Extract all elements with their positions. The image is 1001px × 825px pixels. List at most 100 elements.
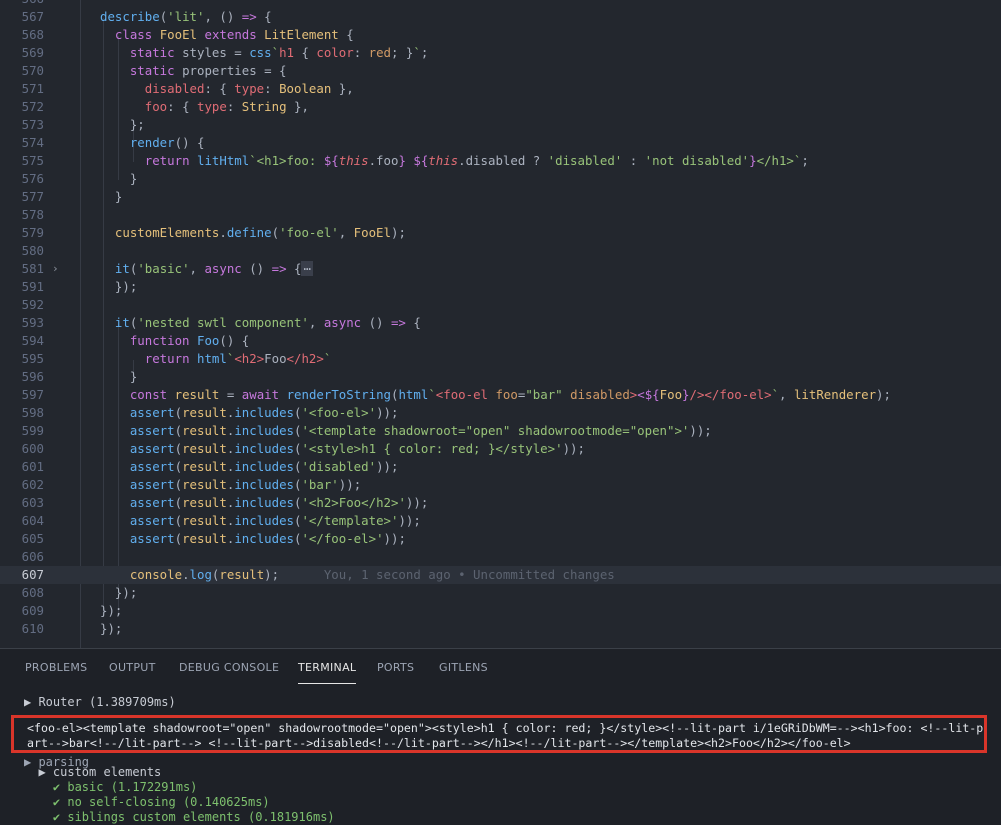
- code-token: .foo: [368, 153, 399, 168]
- code-line[interactable]: 608 });: [0, 584, 1001, 602]
- code-line[interactable]: 577 }: [0, 188, 1001, 206]
- code-token: function: [129, 333, 190, 348]
- code-line[interactable]: 579 customElements.define('foo-el', FooE…: [0, 224, 1001, 242]
- code-token: result: [182, 531, 227, 546]
- code-token: }: [398, 153, 406, 168]
- code-token: }: [100, 369, 138, 384]
- terminal-output[interactable]: ▶ Router (1.389709ms) ▶ parsing ▶ custom…: [0, 689, 1001, 824]
- line-number: 566: [0, 0, 44, 8]
- code-token: html: [197, 351, 227, 366]
- code-token: type: [197, 99, 227, 114]
- custom-elements-line: ▶ custom elements: [24, 765, 162, 779]
- tab-output[interactable]: OUTPUT: [109, 661, 156, 674]
- line-number: 592: [21, 297, 44, 312]
- code-token: includes: [234, 477, 294, 492]
- code-text: static properties = {: [100, 62, 287, 80]
- code-token: ));: [383, 531, 406, 546]
- code-line[interactable]: 592: [0, 296, 1001, 314]
- line-number: 600: [21, 441, 44, 456]
- console-log-output: <foo-el><template shadowroot="open" shad…: [27, 721, 984, 750]
- tab-debug-console[interactable]: DEBUG CONSOLE: [179, 661, 279, 674]
- code-line[interactable]: 595 return html`<h2>Foo</h2>`: [0, 350, 1001, 368]
- code-line[interactable]: 569 static styles = css`h1 { color: red;…: [0, 44, 1001, 62]
- code-token: ;: [420, 45, 429, 60]
- code-token: "bar": [525, 387, 563, 402]
- code-text: });: [100, 602, 122, 620]
- code-text: render() {: [100, 134, 205, 152]
- code-line[interactable]: 571 disabled: { type: Boolean },: [0, 80, 1001, 98]
- code-token: ));: [405, 495, 429, 510]
- code-line[interactable]: 596 }: [0, 368, 1001, 386]
- code-line[interactable]: 581 › it('basic', async () => {⋯: [0, 260, 1001, 278]
- code-line[interactable]: 572 foo: { type: String },: [0, 98, 1001, 116]
- tab-gitlens[interactable]: GITLENS: [439, 661, 488, 674]
- code-token: =: [219, 387, 242, 402]
- code-token: render: [129, 135, 175, 150]
- code-token: result: [182, 459, 227, 474]
- code-line[interactable]: 599 assert(result.includes('<template sh…: [0, 422, 1001, 440]
- line-number: 577: [21, 189, 44, 204]
- code-editor[interactable]: 566567describe('lit', () => {568 class F…: [0, 0, 1001, 648]
- code-line[interactable]: 607 console.log(result); You, 1 second a…: [0, 566, 1001, 584]
- line-number: 598: [21, 405, 44, 420]
- code-token: `: [428, 387, 436, 402]
- code-token: ; }: [391, 45, 414, 60]
- code-line[interactable]: 610});: [0, 620, 1001, 638]
- line-number: 579: [21, 225, 44, 240]
- code-line[interactable]: 594 function Foo() {: [0, 332, 1001, 350]
- code-token: <h2>: [234, 351, 265, 366]
- code-line[interactable]: 603 assert(result.includes('<h2>Foo</h2>…: [0, 494, 1001, 512]
- code-token: () {: [174, 135, 205, 150]
- code-token: includes: [234, 423, 294, 438]
- code-line[interactable]: 605 assert(result.includes('</foo-el>'))…: [0, 530, 1001, 548]
- code-line[interactable]: 604 assert(result.includes('</template>'…: [0, 512, 1001, 530]
- code-line[interactable]: 601 assert(result.includes('disabled'));: [0, 458, 1001, 476]
- code-line[interactable]: 600 assert(result.includes('<style>h1 { …: [0, 440, 1001, 458]
- code-token: async: [204, 261, 242, 276]
- code-line[interactable]: 606: [0, 548, 1001, 566]
- code-line[interactable]: 602 assert(result.includes('bar'));: [0, 476, 1001, 494]
- code-line[interactable]: 580: [0, 242, 1001, 260]
- code-line[interactable]: 575 return litHtml`<h1>foo: ${this.foo} …: [0, 152, 1001, 170]
- tab-ports[interactable]: PORTS: [377, 661, 414, 674]
- code-line[interactable]: 574 render() {: [0, 134, 1001, 152]
- code-line[interactable]: 576 }: [0, 170, 1001, 188]
- code-text: }: [100, 188, 122, 206]
- code-token: (): [241, 261, 272, 276]
- code-line[interactable]: 566: [0, 0, 1001, 8]
- code-text: assert(result.includes('<template shadow…: [100, 422, 712, 440]
- code-line[interactable]: 578: [0, 206, 1001, 224]
- code-line[interactable]: 570 static properties = {: [0, 62, 1001, 80]
- code-token: html: [398, 387, 429, 402]
- code-line[interactable]: 567 describe('lit', () => {: [0, 8, 1001, 26]
- fold-chevron-icon[interactable]: ›: [52, 260, 59, 278]
- code-line[interactable]: 609});: [0, 602, 1001, 620]
- code-token: );: [876, 387, 891, 402]
- code-token: result: [182, 441, 227, 456]
- tab-terminal[interactable]: TERMINAL: [298, 661, 357, 684]
- code-text: customElements.define('foo-el', FooEl);: [100, 224, 406, 242]
- code-token: static: [129, 63, 175, 78]
- code-line[interactable]: 593 it('nested swtl component', async ()…: [0, 314, 1001, 332]
- code-line[interactable]: 568 class FooEl extends LitElement {: [0, 26, 1001, 44]
- code-token: 'foo-el': [279, 225, 339, 240]
- code-token: it: [114, 315, 130, 330]
- code-line[interactable]: 597 const result = await renderToString(…: [0, 386, 1001, 404]
- code-token: assert: [129, 531, 175, 546]
- code-token: , (): [204, 9, 242, 24]
- code-token: <${: [637, 387, 660, 402]
- code-line[interactable]: 598 assert(result.includes('<foo-el>'));: [0, 404, 1001, 422]
- code-token: console: [129, 567, 183, 582]
- code-line[interactable]: 591 });: [0, 278, 1001, 296]
- code-token: it: [114, 261, 130, 276]
- code-token: disabled: [144, 81, 205, 96]
- tab-problems[interactable]: PROBLEMS: [25, 661, 87, 674]
- line-number: 609: [21, 603, 44, 618]
- code-line[interactable]: 573 };: [0, 116, 1001, 134]
- line-number: 567: [21, 9, 44, 24]
